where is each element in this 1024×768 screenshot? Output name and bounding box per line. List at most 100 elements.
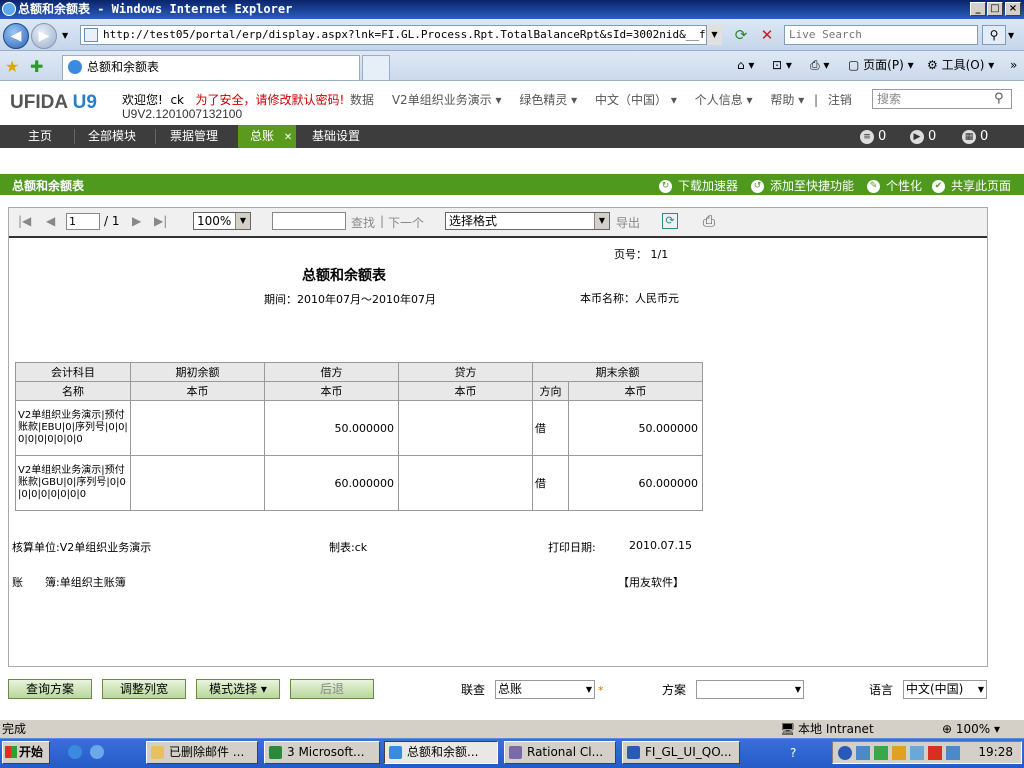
address-input[interactable]: http://test05/portal/erp/display.aspx?ln… (80, 25, 722, 45)
col-subheader: 名称 (15, 381, 131, 401)
page-menu[interactable]: ▢ 页面(P) ▾ (848, 56, 914, 74)
more-chevron-icon[interactable]: » (1010, 56, 1017, 74)
task-rational[interactable]: Rational Cl... (504, 741, 616, 764)
back-button[interactable]: 后退 (290, 679, 374, 699)
tray-alert-icon[interactable] (928, 746, 942, 760)
tray-network-icon[interactable] (838, 746, 852, 760)
address-dropdown-icon[interactable]: ▼ (706, 25, 722, 45)
search-options-icon[interactable]: ▼ (1008, 31, 1014, 40)
account-name-cell: V2单组织业务演示|预付账款|GBU|0|序列号|0|0|0|0|0|0|0|0… (15, 455, 131, 511)
refresh-icon[interactable]: ⟳ (730, 25, 752, 45)
task-deleted-mail[interactable]: 已删除邮件 ... (146, 741, 258, 764)
chevron-down-icon: ▼ (794, 685, 801, 694)
print-icon[interactable]: ⎙ ▾ (810, 56, 829, 74)
task-report[interactable]: 总额和余额... (384, 741, 498, 764)
next-page-icon[interactable]: ▶ (132, 214, 141, 228)
toolbar-separator: | (380, 214, 385, 228)
link-query-select[interactable]: 总账 ▼ (495, 680, 595, 699)
tray-ime-icon[interactable] (946, 746, 960, 760)
minimize-button[interactable]: _ (970, 2, 986, 16)
history-dropdown-icon[interactable]: ▼ (62, 31, 68, 40)
page-number-input[interactable]: 1 (66, 213, 100, 230)
tray-security-icon[interactable] (910, 746, 924, 760)
col-subheader: 本币 (264, 381, 399, 401)
forward-icon[interactable]: ▶ (31, 23, 57, 49)
logout-link[interactable]: 注销 (828, 93, 852, 107)
task-word-doc[interactable]: FI_GL_UI_QO... (622, 741, 740, 764)
favorites-star-icon[interactable]: ★ (5, 57, 19, 76)
download-accelerator-link[interactable]: ↻ 下载加速器 (659, 177, 738, 194)
nav-bill-management[interactable]: 票据管理 (162, 125, 226, 148)
export-link[interactable]: 导出 (616, 214, 640, 231)
nav-all-modules[interactable]: 全部模块 (80, 125, 144, 148)
chevron-down-icon: ▼ (585, 685, 592, 694)
version-text: U9V2.1201007132100 (122, 107, 243, 121)
search-icon[interactable]: ⚲ (982, 25, 1006, 45)
live-search-input[interactable]: Live Search (784, 25, 978, 45)
closing-cell: 50.000000 (568, 400, 703, 456)
prev-page-icon[interactable]: ◀ (46, 214, 55, 228)
security-warning[interactable]: 为了安全，请修改默认密码! (195, 93, 344, 107)
scheme-select[interactable]: ▼ (696, 680, 804, 699)
quicklaunch-browser-icon[interactable] (90, 745, 104, 759)
message-counter[interactable]: ≡ 0 (860, 125, 886, 148)
alert-counter[interactable]: ▦ 0 (962, 125, 988, 148)
query-scheme-button[interactable]: 查询方案 (8, 679, 92, 699)
share-page-link[interactable]: ✔ 共享此页面 (932, 177, 1011, 194)
task-counter[interactable]: ▶ 0 (910, 125, 936, 148)
stop-icon[interactable]: ✕ (756, 25, 778, 45)
export-format-select[interactable]: 选择格式 ▼ (445, 212, 610, 230)
find-next-link[interactable]: 下一个 (388, 214, 424, 231)
language-select[interactable]: 中文(中国) ▼ (903, 680, 987, 699)
nav-basic-settings[interactable]: 基础设置 (306, 125, 366, 148)
menu-item[interactable]: 帮助 ▾ (770, 93, 804, 107)
add-shortcut-link[interactable]: ↺ 添加至快捷功能 (751, 177, 854, 194)
add-favorite-icon[interactable]: ✚ (30, 57, 43, 76)
adjust-column-width-button[interactable]: 调整列宽 (102, 679, 186, 699)
find-input[interactable] (272, 212, 346, 230)
accounting-unit: 核算单位:V2单组织业务演示 (12, 541, 152, 554)
menu-item[interactable]: V2单组织业务演示 ▾ (392, 93, 502, 107)
window-titlebar: 总额和余额表 - Windows Internet Explorer (0, 0, 1024, 19)
intranet-icon: 🖥 (780, 722, 796, 736)
menu-item[interactable]: 数据 (350, 93, 374, 107)
menu-item[interactable]: 个人信息 ▾ (695, 93, 753, 107)
personalize-icon: ✎ (867, 180, 880, 193)
task-microsoft[interactable]: 3 Microsoft... (264, 741, 380, 764)
home-icon[interactable]: ⌂ ▾ (737, 56, 754, 74)
help-icon[interactable]: ? (790, 746, 796, 760)
menu-item[interactable]: 绿色精灵 ▾ (519, 93, 577, 107)
last-page-icon[interactable]: ▶| (154, 214, 167, 228)
close-button[interactable]: × (1005, 2, 1021, 16)
col-subheader: 方向 (532, 381, 569, 401)
tools-menu[interactable]: ⚙ 工具(O) ▾ (927, 56, 994, 74)
tab-close-icon[interactable]: ✕ (284, 132, 292, 143)
back-icon[interactable]: ◀ (3, 23, 29, 49)
tray-360-icon[interactable] (874, 746, 888, 760)
col-subheader: 本币 (568, 381, 703, 401)
find-link[interactable]: 查找 (351, 214, 375, 231)
menu-item[interactable]: 中文（中国） ▾ (595, 93, 677, 107)
first-page-icon[interactable]: |◀ (18, 214, 31, 228)
col-header: 借方 (264, 362, 399, 382)
clock[interactable]: 19:28 (978, 745, 1013, 759)
refresh-report-icon[interactable]: ⟳ (662, 213, 678, 229)
nav-general-ledger[interactable]: 总账 ✕ (238, 125, 296, 148)
personalize-link[interactable]: ✎ 个性化 (867, 177, 922, 194)
zoom-level[interactable]: ⊕ 100% ▾ (942, 720, 1000, 738)
status-bar: 完成 🖥 本地 Intranet ⊕ 100% ▾ (0, 719, 1024, 738)
mode-select-button[interactable]: 模式选择 ▾ (196, 679, 280, 699)
nav-home[interactable]: 主页 (18, 125, 62, 148)
print-report-icon[interactable]: ⎙ (703, 212, 715, 230)
welcome-text: 欢迎您! ck 为了安全，请修改默认密码! (122, 93, 345, 107)
tab-report[interactable]: 总额和余额表 (62, 55, 360, 80)
tray-app-icon[interactable] (856, 746, 870, 760)
portal-search-input[interactable]: 搜索 (872, 89, 1012, 109)
portal-search-icon[interactable]: ⚲ (994, 91, 1004, 106)
feeds-icon[interactable]: ⊡ ▾ (772, 56, 792, 74)
maximize-button[interactable]: □ (987, 2, 1003, 16)
tray-volume-icon[interactable] (892, 746, 906, 760)
new-tab[interactable] (362, 55, 390, 80)
zoom-select[interactable]: 100% ▼ (193, 212, 251, 230)
quicklaunch-ie-icon[interactable] (68, 745, 82, 759)
